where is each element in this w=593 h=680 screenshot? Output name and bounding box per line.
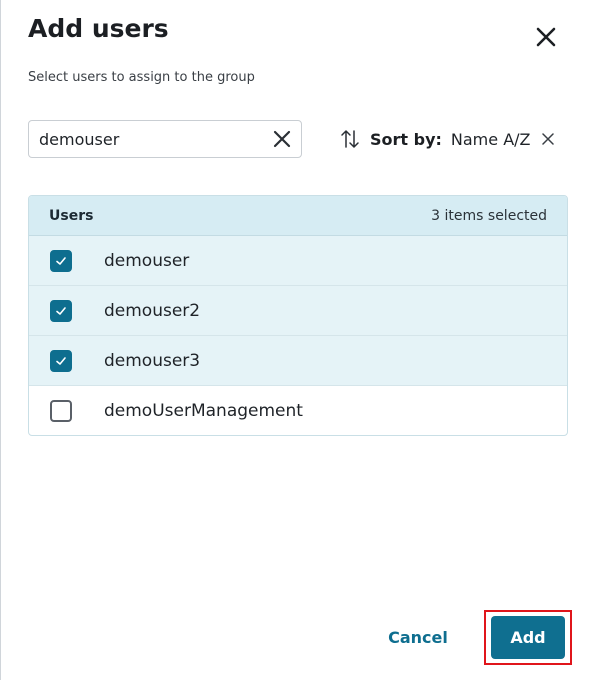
row-checkbox[interactable] bbox=[50, 349, 72, 372]
checkmark-icon bbox=[56, 306, 66, 315]
selected-count: 3 items selected bbox=[431, 207, 547, 224]
user-name: demouser bbox=[104, 250, 190, 271]
dialog-title: Add users bbox=[28, 14, 169, 43]
add-button[interactable]: Add bbox=[491, 616, 565, 659]
table-row[interactable]: demouser2 bbox=[29, 286, 567, 336]
row-checkbox[interactable] bbox=[50, 299, 72, 322]
user-name: demouser3 bbox=[104, 350, 201, 371]
cancel-button[interactable]: Cancel bbox=[379, 620, 457, 654]
users-table: Users 3 items selected demouser demouser… bbox=[28, 195, 568, 436]
sort-value[interactable]: Name A/Z bbox=[451, 130, 531, 149]
column-header-users: Users bbox=[49, 207, 94, 224]
sort-arrows-icon bbox=[341, 130, 359, 148]
clear-sort-icon[interactable] bbox=[541, 133, 554, 145]
sort-control[interactable]: Sort by: Name A/Z bbox=[339, 126, 554, 152]
search-field[interactable] bbox=[28, 120, 302, 158]
table-header: Users 3 items selected bbox=[29, 196, 567, 236]
close-button[interactable] bbox=[533, 24, 559, 50]
table-row[interactable]: demouser3 bbox=[29, 336, 567, 386]
sort-label: Sort by: bbox=[370, 129, 442, 149]
dialog-subtitle: Select users to assign to the group bbox=[28, 70, 255, 85]
close-icon bbox=[536, 27, 556, 47]
clear-search-button[interactable] bbox=[273, 130, 291, 148]
table-row[interactable]: demoUserManagement bbox=[29, 386, 567, 435]
close-icon bbox=[273, 130, 291, 148]
checkmark-icon bbox=[56, 356, 66, 365]
add-button-highlight: Add bbox=[484, 610, 572, 665]
row-checkbox[interactable] bbox=[50, 249, 72, 272]
table-row[interactable]: demouser bbox=[29, 236, 567, 286]
checkmark-icon bbox=[56, 256, 66, 265]
user-name: demouser2 bbox=[104, 300, 201, 321]
search-input[interactable] bbox=[39, 121, 259, 157]
row-checkbox[interactable] bbox=[50, 400, 72, 422]
user-name: demoUserManagement bbox=[104, 401, 303, 421]
